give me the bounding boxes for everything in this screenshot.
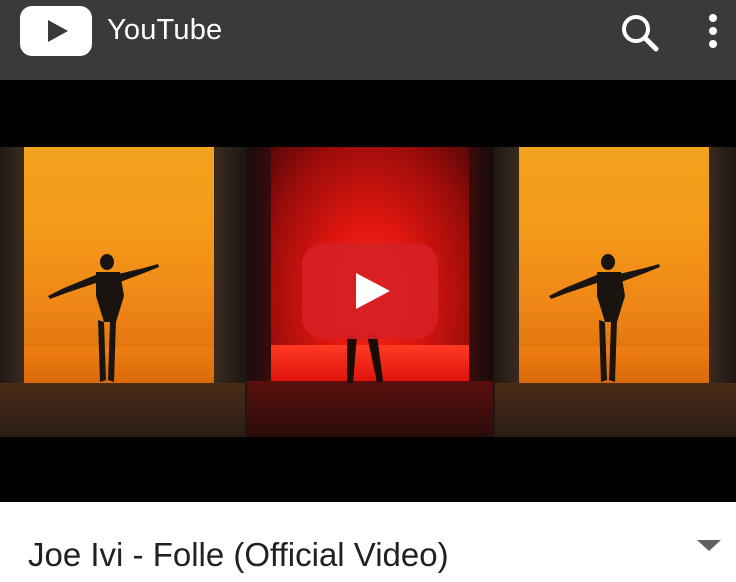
play-button[interactable] <box>302 243 438 339</box>
more-options-button[interactable] <box>696 8 730 58</box>
more-vert-icon <box>709 14 717 48</box>
dancer-legs-silhouette <box>347 335 383 383</box>
expand-description-button[interactable] <box>690 530 726 560</box>
search-icon <box>622 15 659 52</box>
app-title: YouTube <box>107 14 223 46</box>
video-title: Joe Ivi - Folle (Official Video) <box>28 536 449 573</box>
youtube-logo-icon[interactable] <box>20 6 92 56</box>
chevron-down-icon <box>697 540 721 551</box>
dancer-silhouette <box>48 254 159 382</box>
video-info: Joe Ivi - Folle (Official Video) <box>0 502 736 582</box>
search-button[interactable] <box>615 8 665 58</box>
play-icon <box>356 273 390 309</box>
thumbnail-panel-left <box>0 147 245 437</box>
dancer-silhouette <box>549 254 660 382</box>
app-bar: YouTube <box>0 0 736 80</box>
thumbnail-panel-right <box>495 147 736 437</box>
